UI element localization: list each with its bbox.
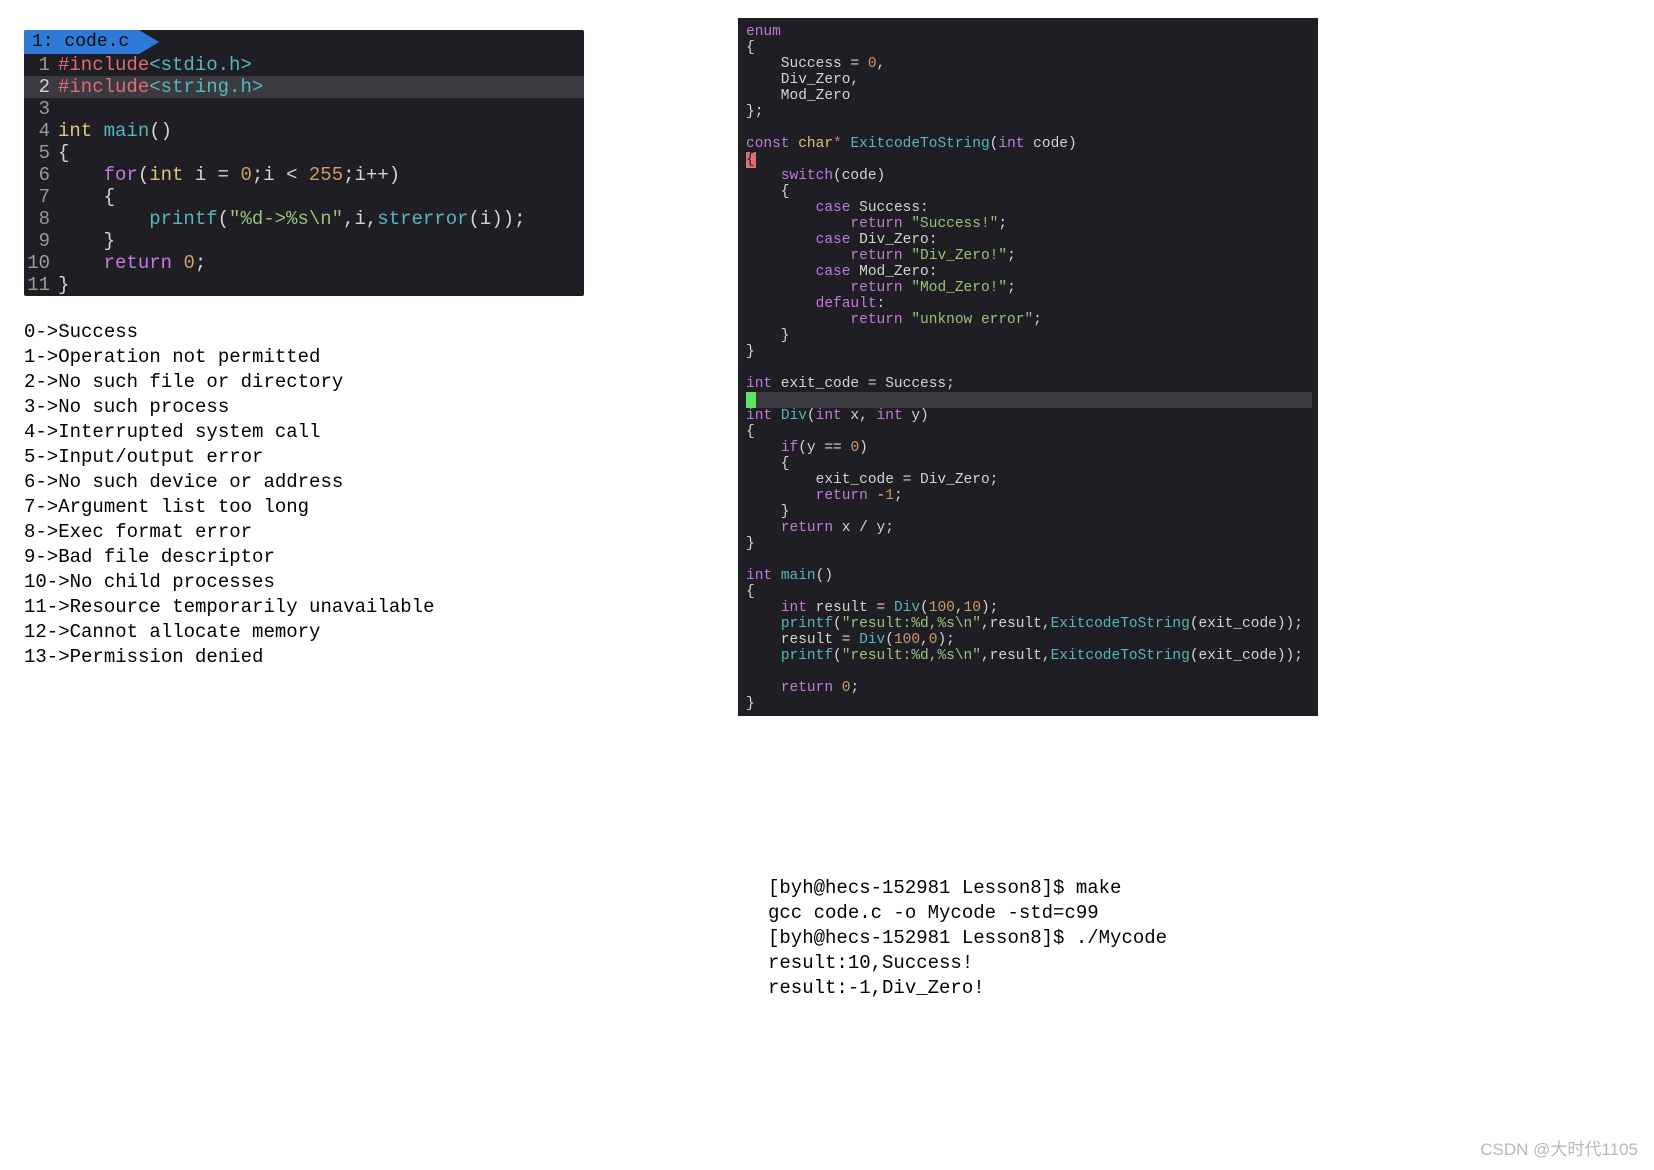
code-line: { <box>746 424 1312 440</box>
code-line: 3 <box>24 98 584 120</box>
code-line: } <box>746 328 1312 344</box>
code-line: 7 { <box>24 186 584 208</box>
code-text: for(int i = 0;i < 255;i++) <box>58 164 584 186</box>
code-line: case Div_Zero: <box>746 232 1312 248</box>
code-text: printf("%d->%s\n",i,strerror(i)); <box>58 208 584 230</box>
code-line: } <box>746 344 1312 360</box>
code-text: } <box>58 230 584 252</box>
tab-code-c[interactable]: 1: code.c <box>24 30 139 54</box>
code-line: int result = Div(100,10); <box>746 600 1312 616</box>
code-text: return 0; <box>58 252 584 274</box>
code-line: result = Div(100,0); <box>746 632 1312 648</box>
code-text: } <box>58 274 584 296</box>
code-line: } <box>746 504 1312 520</box>
code-line: { <box>746 40 1312 56</box>
terminal-output-right: [byh@hecs-152981 Lesson8]$ make gcc code… <box>768 876 1167 1001</box>
code-line: }; <box>746 104 1312 120</box>
code-line: 4int main() <box>24 120 584 142</box>
code-line: 10 return 0; <box>24 252 584 274</box>
code-line: } <box>746 536 1312 552</box>
code-line: { <box>746 584 1312 600</box>
line-number: 9 <box>24 230 58 252</box>
code-line: return -1; <box>746 488 1312 504</box>
code-line: Mod_Zero <box>746 88 1312 104</box>
code-line: return 0; <box>746 680 1312 696</box>
line-number: 1 <box>24 54 58 76</box>
code-line: 2#include<string.h> <box>24 76 584 98</box>
code-line: 9 } <box>24 230 584 252</box>
line-number: 4 <box>24 120 58 142</box>
code-line: 11} <box>24 274 584 296</box>
code-line: return "unknow error"; <box>746 312 1312 328</box>
code-line: return x / y; <box>746 520 1312 536</box>
code-line: 6 for(int i = 0;i < 255;i++) <box>24 164 584 186</box>
code-line: 1#include<stdio.h> <box>24 54 584 76</box>
code-editor-left: 1: code.c 1#include<stdio.h>2#include<st… <box>24 30 584 296</box>
code-line: 5{ <box>24 142 584 164</box>
line-number: 3 <box>24 98 58 120</box>
line-number: 8 <box>24 208 58 230</box>
code-text: #include<string.h> <box>58 76 584 98</box>
code-line: } <box>746 696 1312 712</box>
code-line: const char* ExitcodeToString(int code) <box>746 136 1312 152</box>
code-line: int exit_code = Success; <box>746 376 1312 392</box>
code-line: printf("result:%d,%s\n",result,ExitcodeT… <box>746 616 1312 632</box>
code-line <box>746 120 1312 136</box>
code-line: int main() <box>746 568 1312 584</box>
tab-bar: 1: code.c <box>24 30 584 54</box>
code-text: { <box>58 186 584 208</box>
code-line: case Mod_Zero: <box>746 264 1312 280</box>
line-number: 2 <box>24 76 58 98</box>
line-number: 11 <box>24 274 58 296</box>
code-line: if(y == 0) <box>746 440 1312 456</box>
code-text: int main() <box>58 120 584 142</box>
line-number: 7 <box>24 186 58 208</box>
code-editor-right: enum{ Success = 0, Div_Zero, Mod_Zero}; … <box>738 18 1318 716</box>
code-text <box>58 98 584 120</box>
code-line: 8 printf("%d->%s\n",i,strerror(i)); <box>24 208 584 230</box>
code-line: switch(code) <box>746 168 1312 184</box>
code-line <box>746 360 1312 376</box>
code-line: Success = 0, <box>746 56 1312 72</box>
code-text: { <box>58 142 584 164</box>
code-line: enum <box>746 24 1312 40</box>
left-column: 1: code.c 1#include<stdio.h>2#include<st… <box>24 30 584 670</box>
code-body-left: 1#include<stdio.h>2#include<string.h>34i… <box>24 54 584 296</box>
code-line: default: <box>746 296 1312 312</box>
code-line <box>746 664 1312 680</box>
code-line: exit_code = Div_Zero; <box>746 472 1312 488</box>
line-number: 10 <box>24 252 58 274</box>
code-line: { <box>746 152 1312 168</box>
code-line: return "Success!"; <box>746 216 1312 232</box>
code-line: printf("result:%d,%s\n",result,ExitcodeT… <box>746 648 1312 664</box>
right-column: enum{ Success = 0, Div_Zero, Mod_Zero}; … <box>738 18 1318 716</box>
line-number: 6 <box>24 164 58 186</box>
watermark: CSDN @大时代1105 <box>1480 1135 1638 1160</box>
code-line: case Success: <box>746 200 1312 216</box>
terminal-output-left: 0->Success 1->Operation not permitted 2-… <box>24 320 584 670</box>
code-line: { <box>746 184 1312 200</box>
code-line: { <box>746 456 1312 472</box>
line-number: 5 <box>24 142 58 164</box>
code-line <box>746 552 1312 568</box>
code-line: Div_Zero, <box>746 72 1312 88</box>
code-line: int Div(int x, int y) <box>746 408 1312 424</box>
code-text: #include<stdio.h> <box>58 54 584 76</box>
code-line: return "Div_Zero!"; <box>746 248 1312 264</box>
code-line: return "Mod_Zero!"; <box>746 280 1312 296</box>
code-line <box>746 392 1312 408</box>
